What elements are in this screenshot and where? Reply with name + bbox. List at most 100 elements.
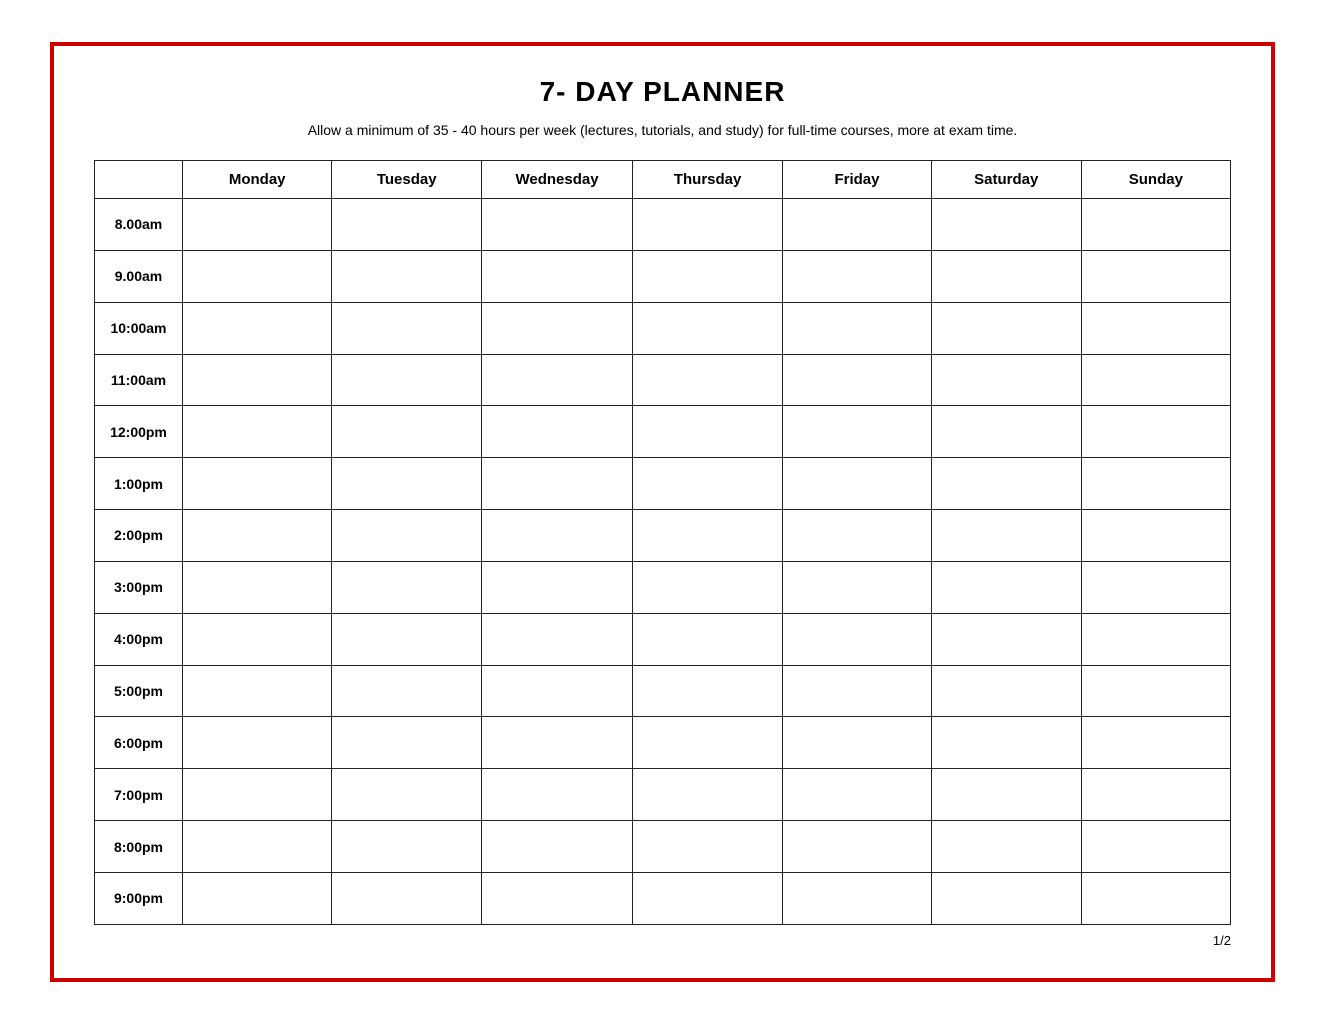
- schedule-cell[interactable]: [783, 302, 932, 354]
- schedule-cell[interactable]: [633, 665, 783, 717]
- schedule-cell[interactable]: [481, 250, 632, 302]
- time-label: 9.00am: [95, 250, 183, 302]
- schedule-cell[interactable]: [182, 821, 331, 873]
- schedule-cell[interactable]: [931, 302, 1081, 354]
- schedule-cell[interactable]: [332, 872, 482, 924]
- schedule-cell[interactable]: [481, 717, 632, 769]
- schedule-cell[interactable]: [633, 354, 783, 406]
- schedule-cell[interactable]: [633, 510, 783, 562]
- schedule-cell[interactable]: [1081, 717, 1230, 769]
- schedule-cell[interactable]: [332, 302, 482, 354]
- schedule-cell[interactable]: [931, 717, 1081, 769]
- schedule-cell[interactable]: [182, 406, 331, 458]
- schedule-cell[interactable]: [182, 354, 331, 406]
- schedule-cell[interactable]: [931, 510, 1081, 562]
- schedule-cell[interactable]: [332, 458, 482, 510]
- schedule-cell[interactable]: [481, 561, 632, 613]
- schedule-cell[interactable]: [182, 510, 331, 562]
- schedule-cell[interactable]: [332, 665, 482, 717]
- schedule-cell[interactable]: [633, 613, 783, 665]
- schedule-cell[interactable]: [783, 665, 932, 717]
- schedule-cell[interactable]: [182, 250, 331, 302]
- schedule-cell[interactable]: [931, 199, 1081, 251]
- schedule-cell[interactable]: [182, 769, 331, 821]
- schedule-cell[interactable]: [481, 302, 632, 354]
- schedule-cell[interactable]: [332, 406, 482, 458]
- schedule-cell[interactable]: [783, 250, 932, 302]
- schedule-cell[interactable]: [783, 613, 932, 665]
- table-row: 7:00pm: [95, 769, 1231, 821]
- schedule-cell[interactable]: [182, 665, 331, 717]
- schedule-cell[interactable]: [332, 510, 482, 562]
- schedule-cell[interactable]: [783, 406, 932, 458]
- schedule-cell[interactable]: [332, 613, 482, 665]
- schedule-cell[interactable]: [931, 872, 1081, 924]
- schedule-cell[interactable]: [633, 406, 783, 458]
- schedule-cell[interactable]: [332, 250, 482, 302]
- schedule-cell[interactable]: [1081, 613, 1230, 665]
- schedule-cell[interactable]: [633, 769, 783, 821]
- schedule-cell[interactable]: [783, 821, 932, 873]
- schedule-cell[interactable]: [931, 561, 1081, 613]
- schedule-cell[interactable]: [481, 872, 632, 924]
- schedule-cell[interactable]: [332, 821, 482, 873]
- schedule-cell[interactable]: [783, 199, 932, 251]
- schedule-cell[interactable]: [481, 613, 632, 665]
- schedule-cell[interactable]: [633, 872, 783, 924]
- schedule-cell[interactable]: [481, 821, 632, 873]
- schedule-cell[interactable]: [332, 717, 482, 769]
- schedule-cell[interactable]: [481, 199, 632, 251]
- schedule-cell[interactable]: [182, 561, 331, 613]
- schedule-cell[interactable]: [633, 199, 783, 251]
- schedule-cell[interactable]: [931, 665, 1081, 717]
- schedule-cell[interactable]: [481, 769, 632, 821]
- schedule-cell[interactable]: [1081, 510, 1230, 562]
- schedule-cell[interactable]: [931, 821, 1081, 873]
- schedule-cell[interactable]: [783, 561, 932, 613]
- schedule-cell[interactable]: [1081, 250, 1230, 302]
- schedule-cell[interactable]: [931, 458, 1081, 510]
- schedule-cell[interactable]: [931, 354, 1081, 406]
- schedule-cell[interactable]: [332, 354, 482, 406]
- schedule-cell[interactable]: [633, 717, 783, 769]
- schedule-cell[interactable]: [783, 510, 932, 562]
- schedule-cell[interactable]: [783, 717, 932, 769]
- schedule-cell[interactable]: [332, 199, 482, 251]
- schedule-cell[interactable]: [931, 250, 1081, 302]
- schedule-cell[interactable]: [481, 458, 632, 510]
- schedule-cell[interactable]: [783, 769, 932, 821]
- schedule-cell[interactable]: [182, 717, 331, 769]
- schedule-cell[interactable]: [182, 613, 331, 665]
- schedule-cell[interactable]: [1081, 769, 1230, 821]
- schedule-cell[interactable]: [1081, 458, 1230, 510]
- schedule-cell[interactable]: [332, 561, 482, 613]
- schedule-cell[interactable]: [1081, 406, 1230, 458]
- schedule-cell[interactable]: [1081, 561, 1230, 613]
- schedule-cell[interactable]: [783, 458, 932, 510]
- schedule-cell[interactable]: [481, 354, 632, 406]
- schedule-cell[interactable]: [1081, 354, 1230, 406]
- schedule-cell[interactable]: [332, 769, 482, 821]
- schedule-cell[interactable]: [1081, 199, 1230, 251]
- schedule-cell[interactable]: [633, 302, 783, 354]
- schedule-cell[interactable]: [481, 406, 632, 458]
- schedule-cell[interactable]: [931, 769, 1081, 821]
- schedule-cell[interactable]: [182, 458, 331, 510]
- schedule-cell[interactable]: [783, 872, 932, 924]
- schedule-cell[interactable]: [633, 821, 783, 873]
- schedule-cell[interactable]: [182, 199, 331, 251]
- schedule-cell[interactable]: [1081, 665, 1230, 717]
- schedule-cell[interactable]: [931, 406, 1081, 458]
- schedule-cell[interactable]: [481, 665, 632, 717]
- schedule-cell[interactable]: [182, 872, 331, 924]
- schedule-cell[interactable]: [182, 302, 331, 354]
- schedule-cell[interactable]: [1081, 302, 1230, 354]
- schedule-cell[interactable]: [783, 354, 932, 406]
- schedule-cell[interactable]: [1081, 821, 1230, 873]
- schedule-cell[interactable]: [633, 250, 783, 302]
- schedule-cell[interactable]: [633, 561, 783, 613]
- schedule-cell[interactable]: [481, 510, 632, 562]
- schedule-cell[interactable]: [931, 613, 1081, 665]
- schedule-cell[interactable]: [633, 458, 783, 510]
- schedule-cell[interactable]: [1081, 872, 1230, 924]
